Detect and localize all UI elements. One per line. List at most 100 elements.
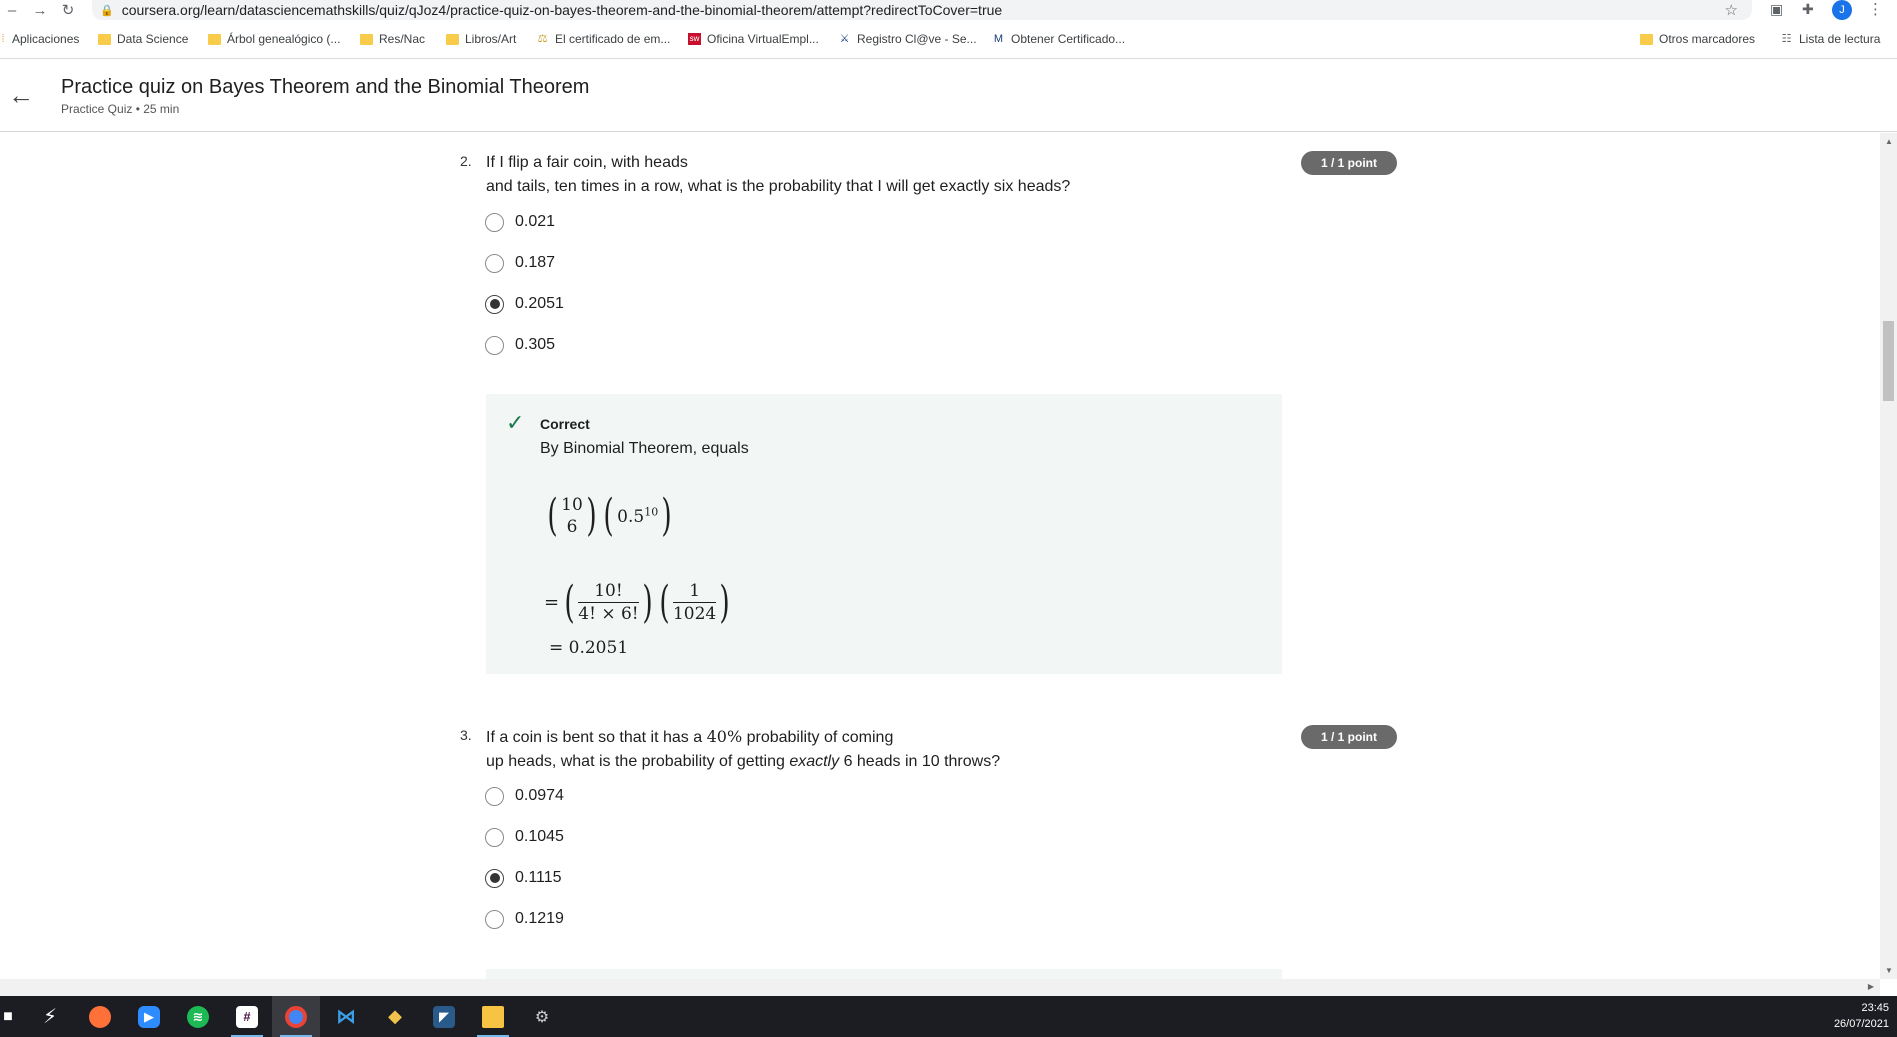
math-binom-bottom: 6 [566,517,578,537]
question-number: 2. [460,153,472,169]
bookmark-certificado[interactable]: ⚖ El certificado de em... [536,32,671,46]
back-icon[interactable]: – [4,2,20,19]
option-label: 0.1115 [515,869,562,886]
bookmark-apps[interactable]: ⁞ Aplicaciones [0,32,79,46]
bookmark-star-icon[interactable]: ☆ [1725,1,1738,19]
question-text-line: If I flip a fair coin, with heads [486,154,688,171]
extension-icon[interactable]: ▣ [1770,1,1783,18]
emphasis-text: exactly [789,753,840,770]
math-paren: ( [659,576,670,628]
app-icon[interactable]: ⚙ [518,996,566,1037]
question-text-line: and tails, ten times in a row, what is t… [486,178,1071,195]
back-arrow-icon[interactable]: ← [8,82,34,108]
reload-icon[interactable]: ↻ [60,1,76,19]
radio-button[interactable] [485,335,504,355]
scroll-right-icon[interactable]: ▶ [1868,982,1874,991]
answer-option-selected[interactable]: 0.2051 [485,292,564,316]
math-base: 0.5 [617,506,645,527]
reading-list[interactable]: ☷ Lista de lectura [1780,32,1881,46]
apps-grid-icon: ⁞ [1,33,5,45]
math-equals: = [544,592,560,613]
slack-icon[interactable]: # [223,996,271,1037]
math-exponent: 10 [644,505,659,519]
clock-date: 26/07/2021 [1833,1018,1889,1030]
bookmark-oficina[interactable]: sw Oficina VirtualEmpl... [688,32,819,46]
answer-option[interactable]: 0.1045 [485,825,564,849]
answer-option[interactable]: 0.1219 [485,907,564,931]
scroll-down-icon[interactable]: ▼ [1885,966,1893,975]
url-text[interactable]: coursera.org/learn/datasciencemathskills… [122,2,1002,18]
feedback-text: By Binomial Theorem, equals [540,440,749,457]
zoom-icon[interactable]: ▶ [125,996,173,1037]
fnmt-icon: M [993,33,1004,45]
radio-button[interactable] [485,212,504,232]
question-3: 3. If a coin is bent so that it has a 40… [460,725,1400,979]
spotify-icon[interactable]: ≋ [174,996,222,1037]
browser-toolbar: – → ↻ 🔒 coursera.org/learn/datasciencema… [0,0,1897,20]
radio-button[interactable] [485,909,504,929]
answer-option-selected[interactable]: 0.1115 [485,866,562,890]
question-text-line: up heads, what is the probability of get… [486,750,1186,774]
forward-icon[interactable]: → [32,2,48,19]
bookmark-label: Aplicaciones [12,32,80,46]
math-numerator: 1 [689,581,701,601]
answer-option[interactable]: 0.021 [485,210,555,234]
radio-button[interactable] [485,827,504,847]
math-denominator: 4! × 6! [578,604,639,624]
address-bar[interactable]: 🔒 coursera.org/learn/datasciencemathskil… [92,0,1752,20]
checkmark-icon: ✓ [506,410,525,435]
quiz-header: ← Practice quiz on Bayes Theorem and the… [0,60,1897,132]
bookmark-clave[interactable]: ⚔ Registro Cl@ve - Se... [838,32,977,46]
bookmark-resnac[interactable]: Res/Nac [360,32,425,46]
bookmarks-bar: ⁞ Aplicaciones Data Science Árbol geneal… [0,28,1897,53]
puzzle-icon[interactable]: ✚ [1802,1,1814,18]
bookmark-label: Obtener Certificado... [1011,32,1126,46]
math-paren: ) [586,490,597,541]
bookmark-label: El certificado de em... [555,32,671,46]
option-label: 0.187 [515,254,556,271]
lightning-app-icon[interactable]: ⚡ [26,996,74,1037]
question-text: If I flip a fair coin, with heads and ta… [486,151,1186,199]
bookmark-data-science[interactable]: Data Science [98,32,188,46]
profile-avatar[interactable]: J [1832,0,1852,20]
vscode-icon[interactable]: ⋈ [322,996,370,1037]
radio-button-checked[interactable] [485,868,504,888]
answer-option[interactable]: 0.0974 [485,784,564,808]
folder-icon [98,33,111,45]
bookmark-arbol[interactable]: Árbol genealógico (... [208,32,340,46]
radio-button-checked[interactable] [485,294,504,314]
bookmark-fnmt[interactable]: M Obtener Certificado... [992,32,1125,46]
firefox-icon[interactable] [76,996,124,1037]
more-menu-icon[interactable]: ⋮ [1868,0,1883,18]
taskbar: ■ ⚡ ▶ ≋ # ⋈ ◆ ◤ ⚙ 23:45 26/07/2021 [0,996,1897,1037]
vertical-scrollbar[interactable]: ▲ ▼ [1880,133,1897,979]
file-explorer-icon[interactable] [469,996,517,1037]
math-paren: ( [547,490,558,541]
bookmark-otros[interactable]: Otros marcadores [1640,32,1755,46]
bookmark-label: Árbol genealógico (... [227,32,341,46]
horizontal-scrollbar[interactable]: ▶ [0,979,1880,996]
lock-icon[interactable]: 🔒 [100,4,114,17]
answer-option[interactable]: 0.187 [485,251,555,275]
math-binom-top: 10 [561,495,583,515]
math-paren: ) [719,576,730,628]
feedback-label: Correct [540,416,590,432]
scroll-up-icon[interactable]: ▲ [1885,137,1893,146]
radio-button[interactable] [485,786,504,806]
radio-button[interactable] [485,253,504,273]
office-icon: sw [688,33,701,45]
scrollbar-thumb[interactable] [1883,321,1894,401]
git-icon[interactable]: ◆ [371,996,419,1037]
chrome-icon[interactable] [272,996,320,1037]
option-label: 0.021 [515,213,556,230]
math-fraction: 1 1024 [672,580,717,625]
system-clock[interactable]: 23:45 26/07/2021 [1834,1000,1889,1032]
bookmark-libros[interactable]: Libros/Art [446,32,516,46]
math-percent: 40% [706,727,743,746]
mysql-workbench-icon[interactable]: ◤ [420,996,468,1037]
option-label: 0.2051 [515,295,564,312]
answer-option[interactable]: 0.305 [485,333,555,357]
math-fraction-expression: =(10! 4! × 6!)(1 1024) [544,580,733,625]
math-paren: ) [642,576,653,628]
points-badge: 1 / 1 point [1301,725,1397,749]
